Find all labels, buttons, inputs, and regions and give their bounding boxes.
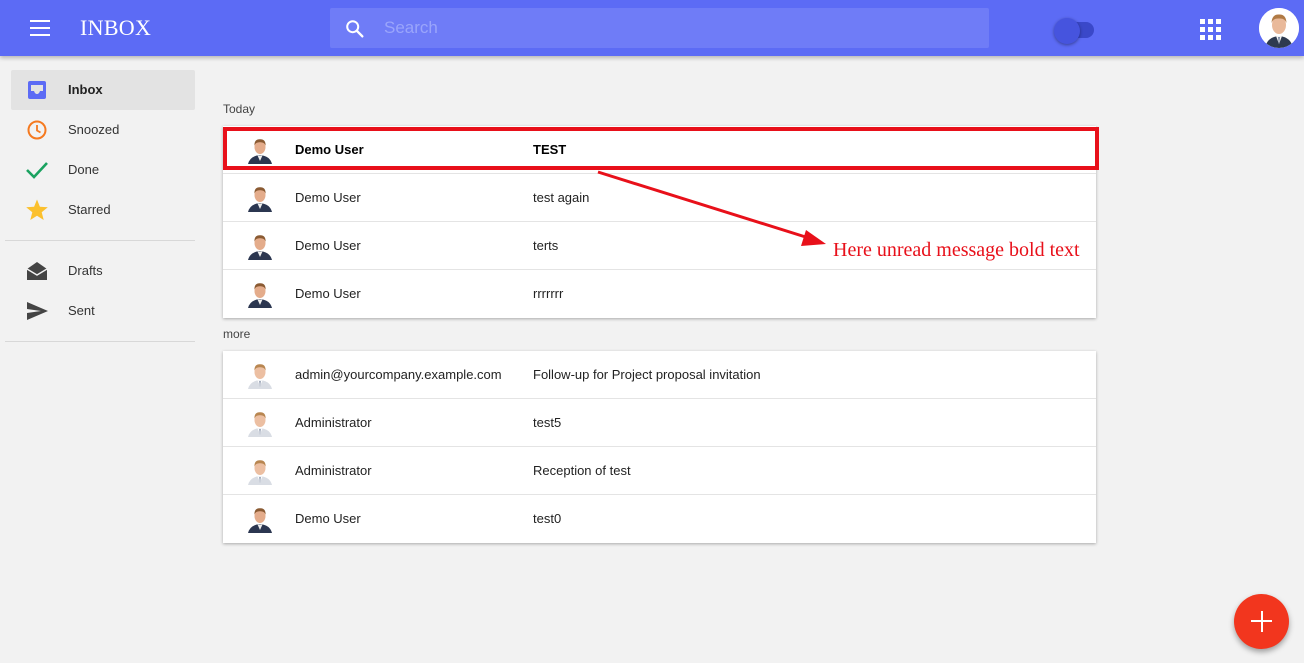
send-icon — [27, 302, 48, 320]
compose-button[interactable] — [1234, 594, 1289, 649]
message-subject: rrrrrrr — [533, 286, 564, 301]
menu-icon[interactable] — [22, 16, 58, 40]
user-avatar[interactable] — [1259, 8, 1299, 48]
sidebar: Inbox Snoozed Done Starred Drafts Sent — [5, 70, 195, 352]
message-sender: Demo User — [295, 286, 361, 301]
annotation-arrow — [597, 170, 826, 246]
message-row[interactable]: Demo User rrrrrrr — [223, 270, 1096, 318]
unread-highlight-box — [223, 127, 1099, 170]
message-subject: terts — [533, 238, 559, 253]
sender-avatar — [247, 505, 273, 533]
message-row[interactable]: admin@yourcompany.example.com Follow-up … — [223, 351, 1096, 399]
sender-avatar — [247, 280, 273, 308]
section-label-today: Today — [223, 102, 256, 116]
check-icon — [26, 162, 48, 179]
sender-avatar — [247, 457, 273, 485]
message-subject: test0 — [533, 511, 562, 526]
message-subject: test again — [533, 190, 590, 205]
message-list-more: admin@yourcompany.example.com Follow-up … — [223, 351, 1096, 543]
message-sender: Administrator — [295, 415, 372, 430]
search-bar[interactable] — [330, 8, 989, 48]
message-row[interactable]: Administrator test5 — [223, 399, 1096, 447]
sidebar-item-label: Drafts — [68, 263, 103, 278]
app-title: INBOX — [80, 15, 152, 40]
sidebar-item-drafts[interactable]: Drafts — [11, 251, 195, 291]
sidebar-divider — [5, 341, 195, 342]
message-sender: Demo User — [295, 511, 361, 526]
clock-icon — [27, 120, 47, 140]
drafts-icon — [26, 262, 48, 280]
sidebar-item-label: Starred — [68, 202, 111, 217]
message-subject: Reception of test — [533, 463, 631, 478]
theme-toggle[interactable] — [1054, 18, 1096, 44]
search-input[interactable] — [384, 8, 974, 48]
sidebar-divider — [5, 240, 195, 241]
sidebar-item-done[interactable]: Done — [11, 150, 195, 190]
message-row[interactable]: Demo User test again — [223, 174, 1096, 222]
message-sender: Demo User — [295, 238, 361, 253]
sidebar-item-starred[interactable]: Starred — [11, 190, 195, 230]
message-row[interactable]: Demo User test0 — [223, 495, 1096, 543]
sidebar-item-label: Snoozed — [68, 122, 120, 137]
sidebar-item-label: Inbox — [68, 82, 103, 97]
user-avatar-image — [1259, 8, 1299, 48]
message-sender: Demo User — [295, 190, 361, 205]
message-subject: test5 — [533, 415, 562, 430]
message-row[interactable]: Administrator Reception of test — [223, 447, 1096, 495]
sidebar-item-snoozed[interactable]: Snoozed — [11, 110, 195, 150]
sidebar-item-label: Done — [68, 162, 100, 177]
section-label-more: more — [223, 327, 251, 341]
message-sender: admin@yourcompany.example.com — [295, 367, 502, 382]
sidebar-item-sent[interactable]: Sent — [11, 291, 195, 331]
search-icon[interactable] — [344, 18, 366, 40]
inbox-icon — [28, 81, 46, 99]
top-app-bar: INBOX — [0, 0, 1304, 56]
sender-avatar — [247, 361, 273, 389]
toggle-knob — [1054, 18, 1080, 44]
sidebar-item-inbox[interactable]: Inbox — [11, 70, 195, 110]
message-sender: Administrator — [295, 463, 372, 478]
sender-avatar — [247, 184, 273, 212]
sidebar-item-label: Sent — [68, 303, 95, 318]
message-subject: Follow-up for Project proposal invitatio… — [533, 367, 761, 382]
star-icon — [26, 199, 48, 220]
sender-avatar — [247, 409, 273, 437]
apps-grid-icon[interactable] — [1199, 18, 1223, 40]
sender-avatar — [247, 232, 273, 260]
annotation-text: Here unread message bold text — [833, 239, 1080, 261]
